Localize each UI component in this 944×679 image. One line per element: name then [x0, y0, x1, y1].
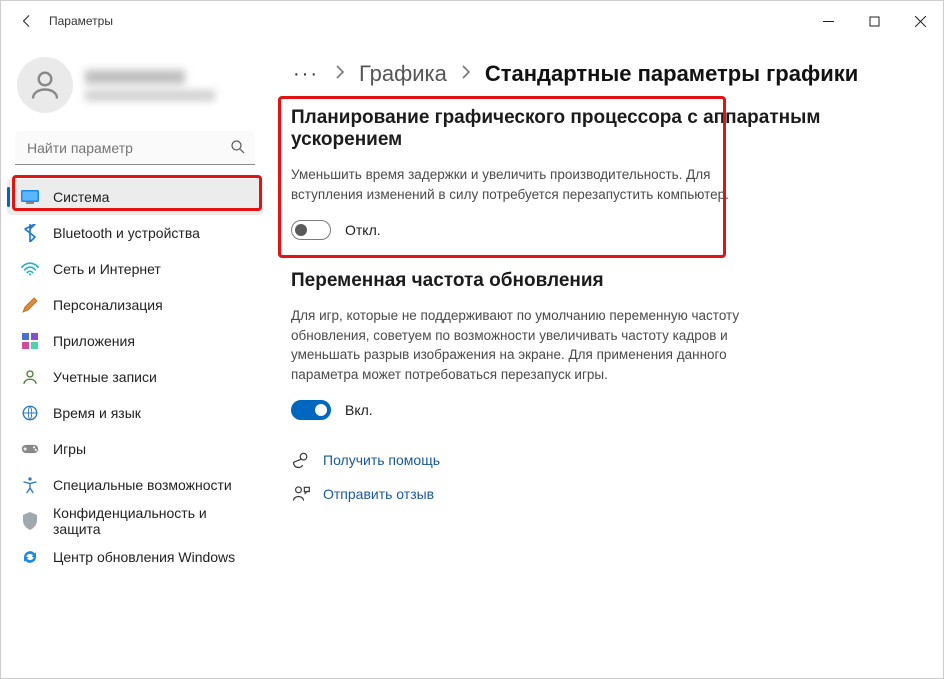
- sidebar-item-time[interactable]: Время и язык: [7, 395, 263, 431]
- feedback-link[interactable]: Отправить отзыв: [323, 486, 434, 502]
- sidebar-item-accessibility[interactable]: Специальные возможности: [7, 467, 263, 503]
- window-title: Параметры: [49, 14, 113, 28]
- sidebar-item-bluetooth[interactable]: Bluetooth и устройства: [7, 215, 263, 251]
- sidebar-item-label: Учетные записи: [53, 369, 157, 385]
- personalize-icon: [21, 296, 39, 314]
- avatar: [17, 57, 73, 113]
- sidebar-item-label: Время и язык: [53, 405, 141, 421]
- search-input[interactable]: [15, 131, 255, 165]
- profile-block[interactable]: [7, 49, 263, 131]
- sidebar-item-label: Специальные возможности: [53, 477, 232, 493]
- sidebar-item-label: Конфиденциальность и защита: [53, 505, 253, 537]
- section-heading: Переменная частота обновления: [291, 270, 915, 292]
- sidebar-item-network[interactable]: Сеть и Интернет: [7, 251, 263, 287]
- privacy-icon: [21, 512, 39, 530]
- chevron-right-icon: [335, 65, 345, 84]
- vrr-toggle[interactable]: [291, 400, 331, 420]
- breadcrumb-parent[interactable]: Графика: [359, 61, 447, 87]
- sidebar-item-gaming[interactable]: Игры: [7, 431, 263, 467]
- sidebar-item-label: Персонализация: [53, 297, 163, 313]
- accessibility-icon: [21, 476, 39, 494]
- back-button[interactable]: [13, 7, 41, 35]
- accounts-icon: [21, 368, 39, 386]
- minimize-button[interactable]: [805, 1, 851, 41]
- section-description: Уменьшить время задержки и увеличить про…: [291, 165, 771, 204]
- breadcrumb: ··· Графика Стандартные параметры график…: [291, 61, 915, 87]
- search-icon: [229, 138, 247, 161]
- breadcrumb-more[interactable]: ···: [291, 63, 321, 86]
- section-description: Для игр, которые не поддерживают по умол…: [291, 306, 771, 384]
- update-icon: [21, 548, 39, 566]
- maximize-button[interactable]: [851, 1, 897, 41]
- sidebar-item-privacy[interactable]: Конфиденциальность и защита: [7, 503, 263, 539]
- sidebar-item-system[interactable]: Система: [7, 179, 263, 215]
- apps-icon: [21, 332, 39, 350]
- sidebar-item-label: Система: [53, 189, 109, 205]
- sidebar-item-update[interactable]: Центр обновления Windows: [7, 539, 263, 575]
- close-button[interactable]: [897, 1, 943, 41]
- sidebar-item-label: Центр обновления Windows: [53, 549, 235, 565]
- network-icon: [21, 260, 39, 278]
- main-content: ··· Графика Стандартные параметры график…: [269, 41, 943, 678]
- section-vrr: Переменная частота обновления Для игр, к…: [291, 270, 915, 420]
- section-gpu-scheduling: Планирование графического процессора с а…: [291, 101, 915, 240]
- help-link[interactable]: Получить помощь: [323, 452, 440, 468]
- nav-list: Система Bluetooth и устройства Сеть и Ин…: [7, 179, 263, 575]
- sidebar-item-personalize[interactable]: Персонализация: [7, 287, 263, 323]
- time-icon: [21, 404, 39, 422]
- feedback-icon: [291, 484, 311, 504]
- system-icon: [21, 188, 39, 206]
- search-box[interactable]: [15, 131, 255, 165]
- sidebar-item-apps[interactable]: Приложения: [7, 323, 263, 359]
- bluetooth-icon: [21, 224, 39, 242]
- sidebar-item-label: Приложения: [53, 333, 135, 349]
- toggle-state-label: Вкл.: [345, 402, 373, 418]
- sidebar-item-accounts[interactable]: Учетные записи: [7, 359, 263, 395]
- titlebar: Параметры: [1, 1, 943, 41]
- sidebar-item-label: Bluetooth и устройства: [53, 225, 200, 241]
- gpu-scheduling-toggle[interactable]: [291, 220, 331, 240]
- gaming-icon: [21, 440, 39, 458]
- sidebar-item-label: Игры: [53, 441, 86, 457]
- chevron-right-icon: [461, 65, 471, 84]
- help-icon: [291, 450, 311, 470]
- footer-links: Получить помощь Отправить отзыв: [291, 450, 915, 504]
- profile-text-redacted: [85, 70, 215, 101]
- sidebar-item-label: Сеть и Интернет: [53, 261, 161, 277]
- toggle-state-label: Откл.: [345, 222, 381, 238]
- sidebar: Система Bluetooth и устройства Сеть и Ин…: [1, 41, 269, 678]
- section-heading: Планирование графического процессора с а…: [291, 107, 915, 151]
- breadcrumb-current: Стандартные параметры графики: [485, 61, 858, 87]
